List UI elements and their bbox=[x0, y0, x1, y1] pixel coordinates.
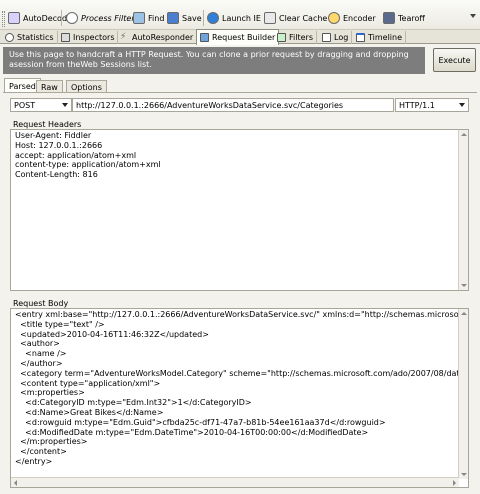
request-body-textarea[interactable]: <entry xml:base="http://127.0.0.1.:2666/… bbox=[10, 308, 469, 488]
toolbar-overflow-icon[interactable] bbox=[470, 14, 476, 18]
toolbar-separator bbox=[203, 10, 204, 26]
floppy-disk-icon bbox=[167, 12, 179, 24]
url-input[interactable]: http://127.0.0.1.:2666/AdventureWorksDat… bbox=[72, 98, 394, 112]
request-body-text: <entry xml:base="http://127.0.0.1.:2666/… bbox=[15, 310, 468, 466]
tearoff-button[interactable]: Tearoff bbox=[383, 9, 425, 27]
chevron-down-icon bbox=[62, 103, 68, 107]
info-banner: Use this page to handcraft a HTTP Reques… bbox=[3, 47, 425, 74]
tab-timeline[interactable]: Timeline bbox=[353, 31, 407, 44]
clear-cache-label: Clear Cache bbox=[279, 13, 328, 23]
tab-label: Statistics bbox=[17, 33, 54, 42]
launch-ie-button[interactable]: Launch IE bbox=[207, 9, 261, 27]
save-button[interactable]: Save bbox=[167, 9, 202, 27]
chevron-down-icon bbox=[459, 103, 465, 107]
autodecode-label: AutoDecode bbox=[23, 13, 72, 23]
inspectors-icon bbox=[61, 33, 70, 42]
tearoff-icon bbox=[383, 12, 395, 24]
request-headers-label: Request Headers bbox=[13, 120, 82, 129]
stopwatch-icon bbox=[5, 33, 14, 42]
tab-label: Log bbox=[334, 33, 349, 42]
request-body-label: Request Body bbox=[13, 299, 69, 308]
autodecode-button[interactable]: AutoDecode bbox=[8, 9, 72, 27]
headers-vertical-scrollbar[interactable] bbox=[458, 130, 468, 290]
binoculars-icon bbox=[133, 12, 145, 24]
process-filter-button[interactable]: Process Filter bbox=[66, 9, 135, 27]
lightning-icon: ⚡ bbox=[120, 32, 127, 42]
tab-autoresponder[interactable]: ⚡ AutoResponder bbox=[117, 31, 198, 44]
tab-inspectors[interactable]: Inspectors bbox=[58, 31, 119, 44]
request-builder-icon bbox=[200, 33, 209, 42]
save-label: Save bbox=[182, 13, 202, 23]
crosshair-icon bbox=[66, 12, 78, 24]
method-select[interactable]: POST bbox=[10, 98, 72, 112]
timeline-icon bbox=[356, 33, 365, 42]
scroll-left-icon bbox=[14, 480, 17, 486]
tearoff-label: Tearoff bbox=[398, 13, 425, 23]
http-version-select[interactable]: HTTP/1.1 bbox=[395, 98, 469, 112]
scroll-right-icon bbox=[453, 480, 456, 486]
tab-statistics[interactable]: Statistics bbox=[2, 31, 58, 44]
checkbox-icon bbox=[277, 33, 286, 42]
find-button[interactable]: Find bbox=[133, 9, 164, 27]
process-filter-label: Process Filter bbox=[81, 13, 135, 23]
clear-cache-button[interactable]: Clear Cache bbox=[264, 9, 327, 27]
find-label: Find bbox=[148, 13, 165, 23]
execute-button[interactable]: Execute bbox=[433, 48, 476, 72]
autodecode-icon bbox=[8, 12, 20, 24]
tab-request-builder[interactable]: Request Builder bbox=[196, 29, 280, 45]
launch-ie-label: Launch IE bbox=[222, 13, 261, 23]
scroll-up-icon bbox=[461, 133, 467, 136]
encoder-button[interactable]: Encoder bbox=[328, 9, 376, 27]
scroll-down-icon bbox=[461, 473, 467, 476]
clear-cache-icon bbox=[264, 12, 276, 24]
toolbar-grip[interactable] bbox=[2, 11, 5, 27]
scroll-down-icon bbox=[461, 284, 467, 287]
encoder-label: Encoder bbox=[343, 13, 376, 23]
tab-label: Request Builder bbox=[212, 33, 276, 42]
scroll-up-icon bbox=[461, 312, 467, 315]
tab-label: AutoResponder bbox=[132, 33, 194, 42]
tab-log[interactable]: Log bbox=[319, 31, 353, 44]
gear-icon bbox=[328, 12, 340, 24]
log-icon bbox=[322, 33, 331, 42]
request-headers-textarea[interactable]: User-Agent: Fiddler Host: 127.0.0.1.:266… bbox=[10, 129, 469, 291]
request-headers-text: User-Agent: Fiddler Host: 127.0.0.1.:266… bbox=[15, 131, 161, 180]
subtab-divider bbox=[3, 92, 477, 93]
tab-filters[interactable]: Filters bbox=[274, 31, 317, 44]
tab-label: Timeline bbox=[368, 33, 403, 42]
method-value: POST bbox=[14, 100, 36, 110]
tab-label: Inspectors bbox=[73, 33, 115, 42]
http-version-value: HTTP/1.1 bbox=[399, 100, 435, 110]
body-vertical-scrollbar[interactable] bbox=[458, 309, 468, 479]
body-horizontal-scrollbar[interactable] bbox=[11, 477, 459, 487]
toolbar-separator bbox=[61, 10, 62, 26]
ie-icon bbox=[207, 12, 219, 24]
tab-label: Filters bbox=[289, 33, 313, 42]
